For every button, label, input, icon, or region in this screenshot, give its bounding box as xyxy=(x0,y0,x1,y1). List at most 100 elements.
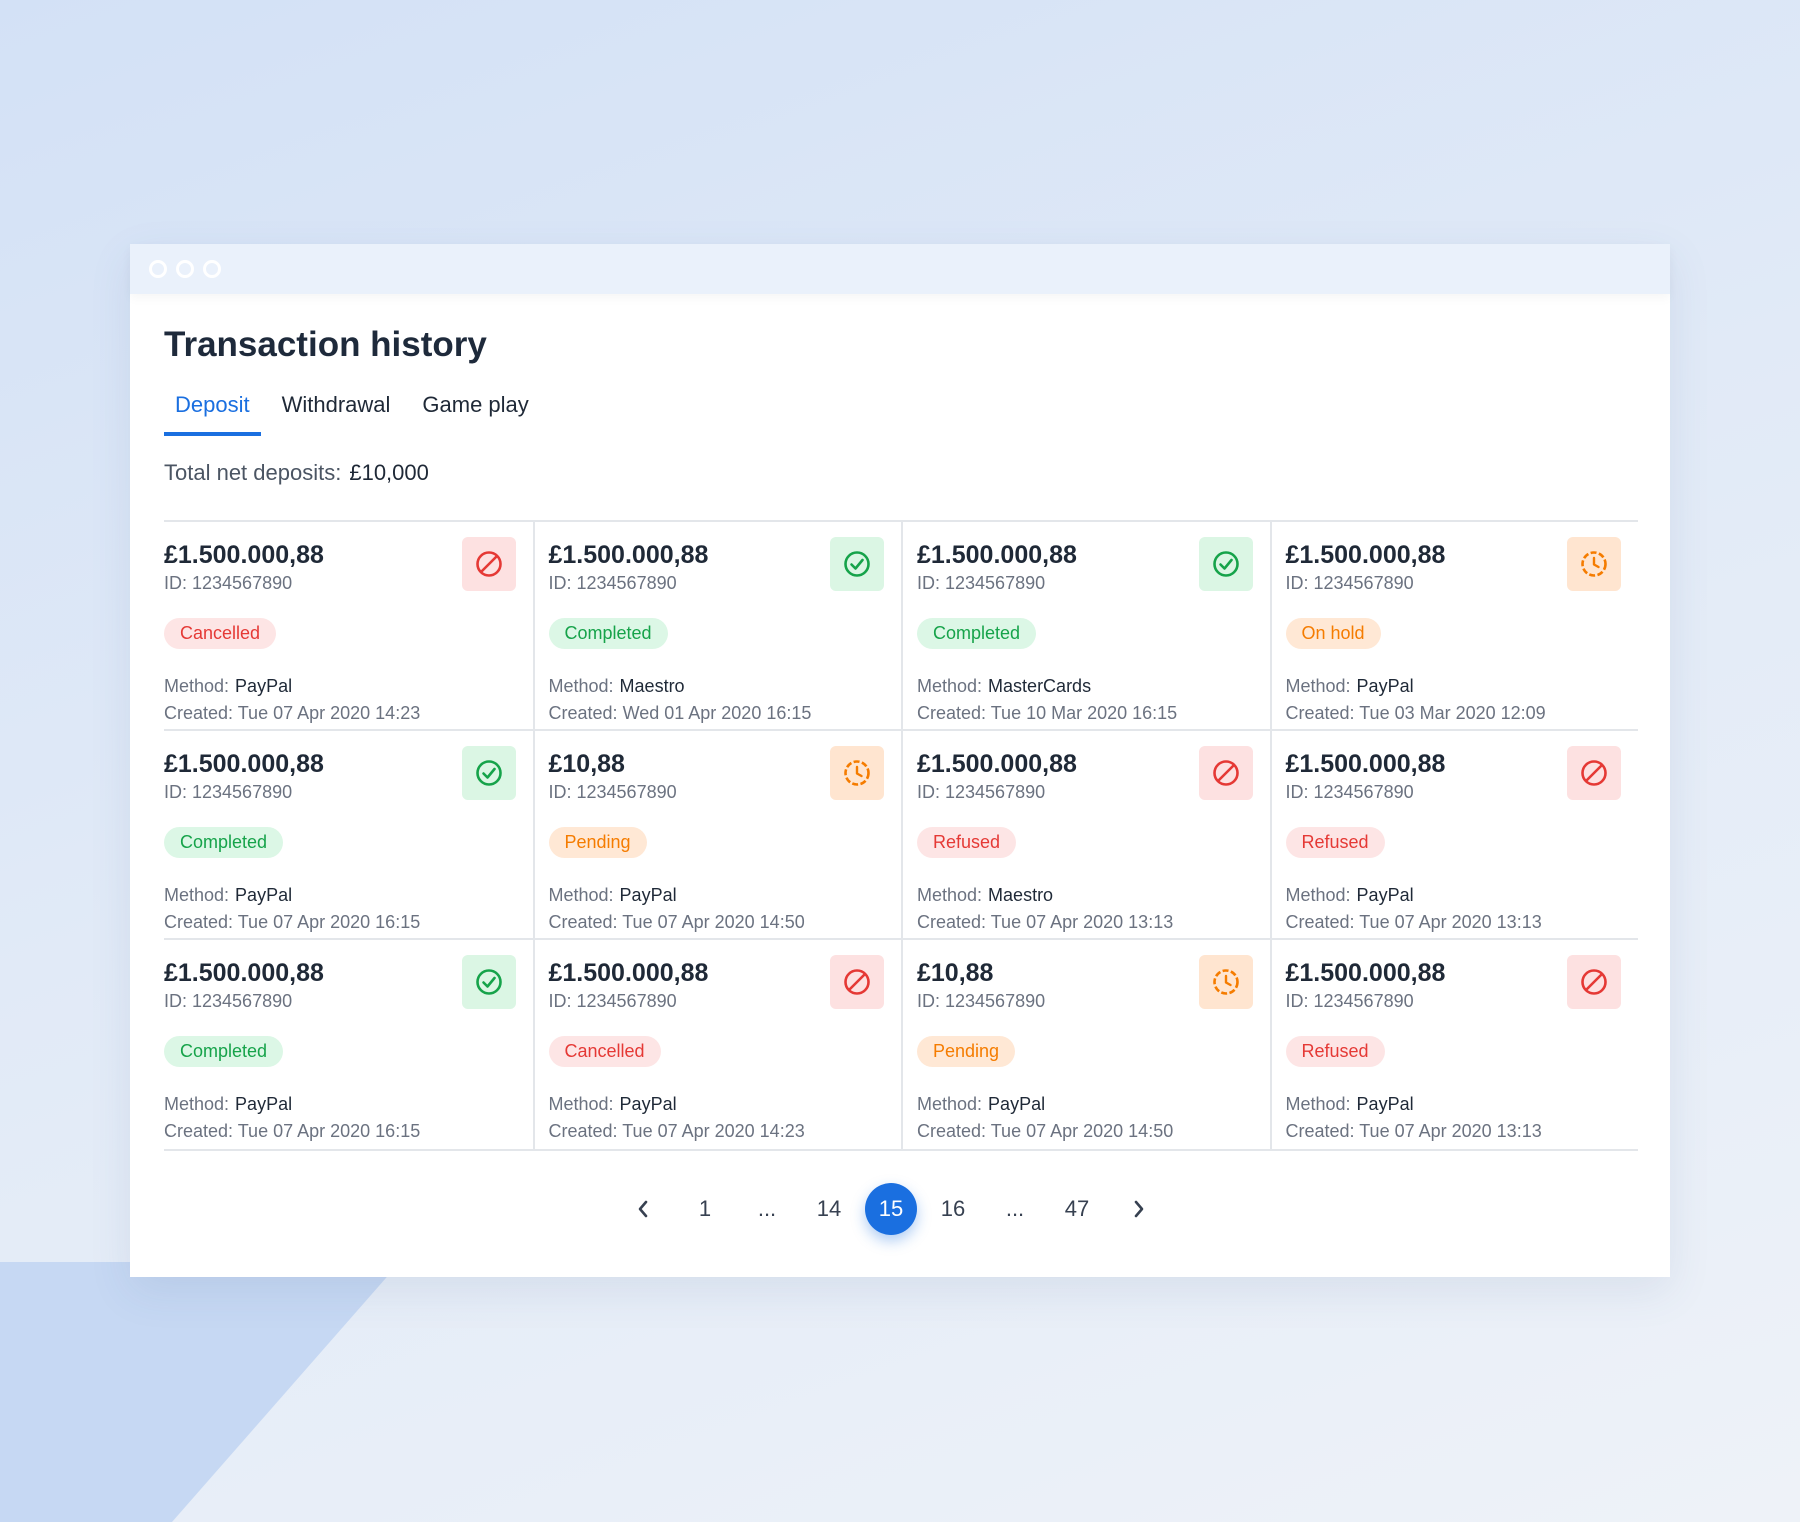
created-row: Created: Tue 07 Apr 2020 16:15 xyxy=(164,1118,533,1145)
created-row: Created: Tue 07 Apr 2020 14:50 xyxy=(917,1118,1270,1145)
method-label: Method: xyxy=(164,1094,230,1114)
tab-deposit[interactable]: Deposit xyxy=(164,392,261,436)
method-row: Method: PayPal xyxy=(164,882,533,909)
transaction-card[interactable]: £1.500.000,88 ID: 1234567890 Completed M… xyxy=(901,522,1270,731)
transaction-card[interactable]: £1.500.000,88 ID: 1234567890 Refused Met… xyxy=(1269,731,1639,940)
transaction-card[interactable]: £1.500.000,88 ID: 1234567890 Refused Met… xyxy=(901,731,1270,940)
status-badge: Completed xyxy=(164,827,284,858)
method-value: Maestro xyxy=(988,885,1054,905)
window-control-dot[interactable] xyxy=(149,260,167,278)
page-button[interactable]: 14 xyxy=(803,1183,855,1235)
method-value: PayPal xyxy=(1356,1094,1414,1114)
transaction-card[interactable]: £1.500.000,88 ID: 1234567890 Cancelled M… xyxy=(532,940,902,1149)
created-row: Created: Tue 07 Apr 2020 13:13 xyxy=(1286,909,1639,936)
method-row: Method: PayPal xyxy=(549,1091,902,1118)
method-value: PayPal xyxy=(988,1094,1046,1114)
created-value: Tue 07 Apr 2020 16:15 xyxy=(237,1121,421,1141)
created-label: Created: xyxy=(1285,703,1355,723)
method-row: Method: PayPal xyxy=(1286,1091,1639,1118)
method-value: PayPal xyxy=(235,885,293,905)
transaction-card[interactable]: £1.500.000,88 ID: 1234567890 Completed M… xyxy=(532,522,902,731)
created-row: Created: Tue 03 Mar 2020 12:09 xyxy=(1286,700,1639,727)
transaction-meta: Method: PayPal Created: Tue 07 Apr 2020 1… xyxy=(549,882,902,936)
window-control-dot[interactable] xyxy=(176,260,194,278)
transaction-grid: £1.500.000,88 ID: 1234567890 Cancelled M… xyxy=(164,520,1638,1151)
method-row: Method: PayPal xyxy=(549,882,902,909)
status-badge: Cancelled xyxy=(548,1036,661,1067)
transaction-card[interactable]: £1.500.000,88 ID: 1234567890 Cancelled M… xyxy=(164,522,533,731)
next-page-button[interactable] xyxy=(1113,1183,1165,1235)
block-icon xyxy=(830,955,884,1009)
transaction-meta: Method: Maestro Created: Wed 01 Apr 2020 … xyxy=(549,673,902,727)
method-label: Method: xyxy=(164,885,230,905)
block-icon xyxy=(461,537,516,591)
status-badge: On hold xyxy=(1285,618,1381,649)
total-value: £10,000 xyxy=(349,460,429,485)
tab-bar: Deposit Withdrawal Game play xyxy=(164,392,1638,436)
transaction-meta: Method: PayPal Created: Tue 07 Apr 2020 1… xyxy=(549,1091,902,1145)
chevron-right-icon xyxy=(1134,1200,1144,1218)
method-label: Method: xyxy=(917,885,983,905)
created-value: Tue 07 Apr 2020 14:23 xyxy=(622,1121,805,1141)
prev-page-button[interactable] xyxy=(617,1183,669,1235)
pagination-ellipsis: ... xyxy=(1005,1196,1025,1221)
method-value: PayPal xyxy=(1356,676,1414,696)
method-label: Method: xyxy=(548,676,614,696)
transaction-card[interactable]: £1.500.000,88 ID: 1234567890 On hold Met… xyxy=(1269,522,1639,731)
page-button[interactable]: 1 xyxy=(679,1183,731,1235)
created-value: Tue 07 Apr 2020 14:50 xyxy=(622,912,805,932)
clock-icon xyxy=(1198,955,1253,1009)
clock-icon xyxy=(1567,537,1621,591)
background-shape xyxy=(0,1262,400,1522)
block-icon xyxy=(1567,746,1621,800)
created-row: Created: Tue 07 Apr 2020 14:23 xyxy=(164,700,533,727)
created-label: Created: xyxy=(548,703,618,723)
page-button[interactable]: 16 xyxy=(927,1183,979,1235)
method-label: Method: xyxy=(548,885,614,905)
total-net-deposits: Total net deposits: £10,000 xyxy=(164,460,1638,486)
clock-icon xyxy=(830,746,884,800)
method-label: Method: xyxy=(1285,885,1351,905)
current-page-button[interactable]: 15 xyxy=(865,1183,917,1235)
created-value: Tue 07 Apr 2020 13:13 xyxy=(1359,912,1542,932)
created-value: Tue 07 Apr 2020 14:50 xyxy=(990,1121,1174,1141)
status-badge: Refused xyxy=(1285,827,1385,858)
created-value: Tue 07 Apr 2020 13:13 xyxy=(990,912,1174,932)
transaction-card[interactable]: £1.500.000,88 ID: 1234567890 Refused Met… xyxy=(1269,940,1639,1149)
created-label: Created: xyxy=(164,1121,234,1141)
method-value: Maestro xyxy=(619,676,685,696)
tab-game-play[interactable]: Game play xyxy=(411,392,539,436)
transaction-meta: Method: PayPal Created: Tue 07 Apr 2020 1… xyxy=(1286,1091,1639,1145)
method-value: MasterCards xyxy=(988,676,1092,696)
status-badge: Completed xyxy=(917,618,1037,649)
created-label: Created: xyxy=(1285,912,1355,932)
pagination: 1... 14 15 16... 47 xyxy=(164,1183,1638,1235)
block-icon xyxy=(1198,746,1253,800)
transaction-card[interactable]: £10,88 ID: 1234567890 Pending Method: Pay… xyxy=(532,731,902,940)
status-badge: Completed xyxy=(164,1036,284,1067)
status-badge: Pending xyxy=(917,1036,1016,1067)
created-row: Created: Tue 07 Apr 2020 14:50 xyxy=(549,909,902,936)
created-label: Created: xyxy=(917,703,987,723)
created-value: Tue 07 Apr 2020 13:13 xyxy=(1359,1121,1542,1141)
check-circle-icon xyxy=(1198,537,1253,591)
transaction-meta: Method: PayPal Created: Tue 07 Apr 2020 1… xyxy=(1286,882,1639,936)
created-label: Created: xyxy=(164,912,234,932)
tab-withdrawal[interactable]: Withdrawal xyxy=(271,392,402,436)
transaction-card[interactable]: £1.500.000,88 ID: 1234567890 Completed M… xyxy=(164,940,533,1149)
transaction-meta: Method: PayPal Created: Tue 07 Apr 2020 1… xyxy=(164,882,533,936)
transaction-card[interactable]: £10,88 ID: 1234567890 Pending Method: Pay… xyxy=(901,940,1270,1149)
method-row: Method: PayPal xyxy=(164,673,533,700)
created-value: Tue 07 Apr 2020 14:23 xyxy=(237,703,421,723)
transaction-meta: Method: MasterCards Created: Tue 10 Mar 2… xyxy=(917,673,1270,727)
method-label: Method: xyxy=(1285,676,1351,696)
chevron-left-icon xyxy=(638,1200,648,1218)
transaction-meta: Method: PayPal Created: Tue 07 Apr 2020 1… xyxy=(164,673,533,727)
page-title: Transaction history xyxy=(164,325,487,364)
transaction-card[interactable]: £1.500.000,88 ID: 1234567890 Completed M… xyxy=(164,731,533,940)
window-control-dot[interactable] xyxy=(203,260,221,278)
page-button[interactable]: 47 xyxy=(1051,1183,1103,1235)
method-label: Method: xyxy=(548,1094,614,1114)
created-row: Created: Tue 07 Apr 2020 14:23 xyxy=(549,1118,902,1145)
created-value: Tue 07 Apr 2020 16:15 xyxy=(237,912,421,932)
